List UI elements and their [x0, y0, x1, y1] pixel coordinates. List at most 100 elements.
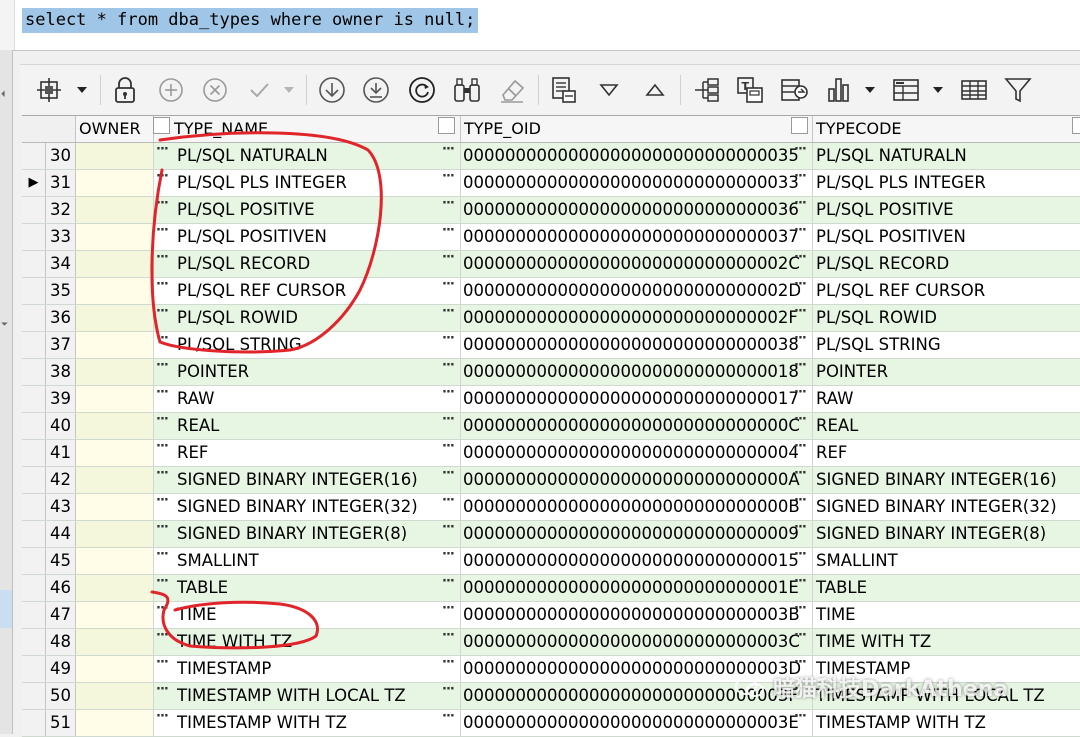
ellipsis-button[interactable]: ··· [156, 278, 169, 292]
cell-owner[interactable] [76, 548, 154, 574]
ellipsis-button[interactable]: ··· [156, 602, 169, 616]
cell-owner[interactable] [76, 278, 154, 304]
cell-owner[interactable] [76, 359, 154, 385]
sort-asc-icon[interactable] [640, 74, 670, 106]
cell-typecode[interactable]: PL/SQL REF CURSOR [813, 278, 1080, 304]
cell-type-name[interactable]: ··· SMALLINT [154, 548, 461, 574]
ellipsis-button[interactable]: ··· [442, 440, 455, 454]
cell-owner[interactable] [76, 143, 154, 169]
table-row[interactable]: 30 ··· PL/SQL NATURALN 00000000000000000000… [22, 143, 1080, 170]
table-row[interactable]: 41 ··· REF 00000000000000000000000000000004… [22, 440, 1080, 467]
row-indicator[interactable] [22, 467, 46, 493]
column-header-owner[interactable]: OWNER [76, 116, 154, 142]
cell-type-oid[interactable]: 00000000000000000000000000000009 [461, 521, 813, 547]
ellipsis-button[interactable]: ··· [442, 197, 455, 211]
ellipsis-button[interactable]: ··· [156, 170, 169, 184]
ellipsis-button[interactable]: ··· [794, 710, 807, 724]
table-row[interactable]: 40 ··· REAL 0000000000000000000000000000000… [22, 413, 1080, 440]
ellipsis-button[interactable]: ··· [794, 197, 807, 211]
cell-type-oid[interactable]: 00000000000000000000000000000037 [461, 224, 813, 250]
cell-type-oid[interactable]: 00000000000000000000000000000004 [461, 440, 813, 466]
cell-type-oid[interactable]: 00000000000000000000000000000036 [461, 197, 813, 223]
ellipsis-button[interactable]: ··· [156, 548, 169, 562]
cell-type-name[interactable]: ··· TIME WITH TZ [154, 629, 461, 655]
table-row[interactable]: 35 ··· PL/SQL REF CURSOR 000000000000000000… [22, 278, 1080, 305]
cell-owner[interactable] [76, 683, 154, 709]
cell-typecode[interactable]: SIGNED BINARY INTEGER(32) [813, 494, 1080, 520]
cell-type-oid[interactable]: 00000000000000000000000000000035 [461, 143, 813, 169]
ellipsis-button[interactable]: ··· [156, 575, 169, 589]
cell-typecode[interactable]: SMALLINT [813, 548, 1080, 574]
table-row[interactable]: 51 ··· TIMESTAMP WITH TZ 000000000000000000… [22, 710, 1080, 737]
table-row[interactable]: 37 ··· PL/SQL STRING 0000000000000000000000… [22, 332, 1080, 359]
group-icon[interactable] [890, 74, 922, 106]
cell-type-name[interactable]: ··· PL/SQL POSITIVE [154, 197, 461, 223]
dropdown-arrow-icon[interactable] [74, 74, 90, 106]
row-indicator[interactable] [22, 332, 46, 358]
table-row[interactable]: 39 ··· RAW 00000000000000000000000000000017… [22, 386, 1080, 413]
cell-typecode[interactable]: PL/SQL POSITIVEN [813, 224, 1080, 250]
cell-owner[interactable] [76, 440, 154, 466]
ellipsis-button[interactable]: ··· [442, 170, 455, 184]
column-header-type-name[interactable]: TYPE_NAME [171, 116, 461, 142]
filter-icon[interactable] [1002, 74, 1034, 106]
cell-type-name[interactable]: ··· REAL [154, 413, 461, 439]
table-row[interactable]: 45 ··· SMALLINT 000000000000000000000000000… [22, 548, 1080, 575]
fetch-next-icon[interactable] [316, 74, 348, 106]
row-indicator[interactable] [22, 548, 46, 574]
row-indicator[interactable] [22, 602, 46, 628]
cell-typecode[interactable]: TIMESTAMP WITH TZ [813, 710, 1080, 736]
cell-type-oid[interactable]: 0000000000000000000000000000000A [461, 467, 813, 493]
refresh-icon[interactable] [406, 74, 438, 106]
ellipsis-button[interactable]: ··· [156, 440, 169, 454]
cell-type-name[interactable]: ··· PL/SQL STRING [154, 332, 461, 358]
ellipsis-button[interactable]: ··· [794, 170, 807, 184]
lock-icon[interactable] [110, 74, 140, 106]
ellipsis-button[interactable]: ··· [794, 143, 807, 157]
cell-typecode[interactable]: REF [813, 440, 1080, 466]
ellipsis-button[interactable]: ··· [442, 224, 455, 238]
ellipsis-button[interactable]: ··· [442, 548, 455, 562]
row-indicator[interactable] [22, 575, 46, 601]
cell-type-name[interactable]: ··· TIMESTAMP WITH LOCAL TZ [154, 683, 461, 709]
table-row[interactable]: 44 ··· SIGNED BINARY INTEGER(8) 00000000000… [22, 521, 1080, 548]
ellipsis-button[interactable]: ··· [156, 467, 169, 481]
ellipsis-button[interactable]: ··· [794, 521, 807, 535]
cell-type-oid[interactable]: 0000000000000000000000000000000B [461, 494, 813, 520]
row-indicator[interactable]: ▶ [22, 170, 46, 196]
ellipsis-button[interactable]: ··· [794, 386, 807, 400]
cell-type-name[interactable]: ··· TABLE [154, 575, 461, 601]
ellipsis-button[interactable]: ··· [156, 305, 169, 319]
cell-type-name[interactable]: ··· SIGNED BINARY INTEGER(32) [154, 494, 461, 520]
row-indicator[interactable] [22, 386, 46, 412]
export-data-icon[interactable] [778, 74, 810, 106]
chart-icon[interactable] [824, 74, 854, 106]
table-row[interactable]: ▶ 31 ··· PL/SQL PLS INTEGER 0000000000000000… [22, 170, 1080, 197]
column-options-button[interactable] [438, 117, 455, 134]
ellipsis-button[interactable]: ··· [156, 359, 169, 373]
table-row[interactable]: 33 ··· PL/SQL POSITIVEN 0000000000000000000… [22, 224, 1080, 251]
ellipsis-button[interactable]: ··· [156, 494, 169, 508]
cell-typecode[interactable]: PL/SQL STRING [813, 332, 1080, 358]
table-row[interactable]: 47 ··· TIME 0000000000000000000000000000003… [22, 602, 1080, 629]
ellipsis-button[interactable]: ··· [794, 440, 807, 454]
cell-typecode[interactable]: TABLE [813, 575, 1080, 601]
cell-type-name[interactable]: ··· PL/SQL NATURALN [154, 143, 461, 169]
cell-owner[interactable] [76, 602, 154, 628]
cell-typecode[interactable]: TIME [813, 602, 1080, 628]
ellipsis-button[interactable]: ··· [156, 710, 169, 724]
row-indicator[interactable] [22, 197, 46, 223]
ellipsis-button[interactable]: ··· [442, 251, 455, 265]
cell-type-name[interactable]: ··· PL/SQL ROWID [154, 305, 461, 331]
ellipsis-button[interactable]: ··· [794, 332, 807, 346]
ellipsis-button[interactable]: ··· [442, 683, 455, 697]
cell-owner[interactable] [76, 494, 154, 520]
cell-type-name[interactable]: ··· PL/SQL POSITIVEN [154, 224, 461, 250]
grid-mode-icon[interactable] [34, 74, 64, 106]
dropdown-arrow-icon[interactable] [862, 74, 878, 106]
ellipsis-button[interactable]: ··· [156, 629, 169, 643]
tree-view-icon[interactable] [690, 74, 722, 106]
ellipsis-button[interactable]: ··· [794, 494, 807, 508]
row-indicator[interactable] [22, 305, 46, 331]
ellipsis-button[interactable]: ··· [156, 332, 169, 346]
